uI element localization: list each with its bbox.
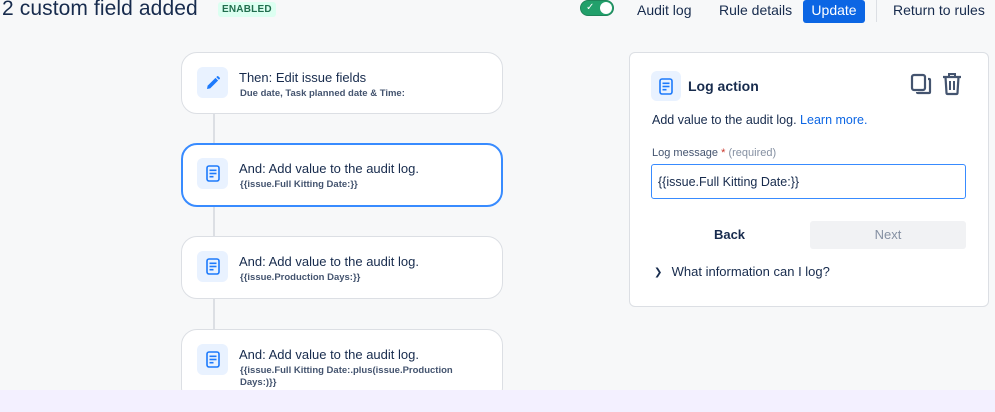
header-divider	[876, 0, 877, 22]
panel-description: Add value to the audit log. Learn more.	[652, 113, 867, 127]
pencil-icon	[197, 67, 228, 98]
field-label-text: Log message	[652, 147, 719, 159]
log-action-panel: Log action Add value to the audit log. L…	[629, 52, 989, 307]
learn-more-link[interactable]: Learn more.	[800, 113, 867, 127]
document-icon	[197, 344, 228, 375]
flow-node-audit-log-1[interactable]: And: Add value to the audit log. {{issue…	[181, 143, 503, 207]
trash-icon[interactable]	[941, 72, 963, 96]
update-button[interactable]: Update	[803, 0, 865, 23]
next-button[interactable]: Next	[810, 221, 966, 249]
rule-details-button[interactable]: Rule details	[713, 0, 798, 23]
node-subtitle: {{issue.Full Kitting Date:}}	[240, 179, 358, 190]
return-to-rules-button[interactable]: Return to rules	[887, 0, 991, 23]
rule-enabled-toggle[interactable]: ✓	[580, 0, 614, 16]
status-badge: ENABLED	[218, 2, 276, 17]
rule-title: 2 custom field added	[2, 0, 198, 20]
expander-label: What information can I log?	[671, 264, 830, 279]
bottom-strip	[0, 390, 995, 412]
required-hint: (required)	[728, 147, 777, 159]
node-title: And: Add value to the audit log.	[239, 347, 419, 362]
required-star: *	[721, 147, 726, 159]
audit-log-button[interactable]: Audit log	[631, 0, 697, 23]
toggle-knob	[600, 2, 612, 14]
node-subtitle: Due date, Task planned date & Time:	[240, 88, 405, 99]
document-icon	[197, 158, 228, 189]
chevron-right-icon: ❯	[654, 267, 663, 278]
check-icon: ✓	[586, 2, 595, 13]
document-icon	[651, 71, 681, 101]
log-message-input[interactable]	[651, 164, 966, 199]
node-subtitle: {{issue.Production Days:}}	[240, 272, 361, 283]
rule-header: 2 custom field added ENABLED ✓ Audit log…	[0, 0, 995, 24]
document-icon	[197, 251, 228, 282]
description-text: Add value to the audit log.	[652, 113, 797, 127]
back-button[interactable]: Back	[652, 221, 807, 249]
node-subtitle: {{issue.Full Kitting Date:.plus(issue.Pr…	[240, 365, 453, 388]
what-info-expander[interactable]: ❯ What information can I log?	[654, 264, 830, 279]
copy-icon[interactable]	[910, 73, 932, 95]
node-title: Then: Edit issue fields	[239, 70, 367, 85]
flow-node-edit-fields[interactable]: Then: Edit issue fields Due date, Task p…	[181, 52, 503, 114]
log-message-label: Log message * (required)	[652, 147, 776, 159]
panel-title: Log action	[688, 78, 759, 94]
flow-node-audit-log-2[interactable]: And: Add value to the audit log. {{issue…	[181, 236, 503, 299]
node-title: And: Add value to the audit log.	[239, 254, 419, 269]
node-title: And: Add value to the audit log.	[239, 161, 419, 176]
